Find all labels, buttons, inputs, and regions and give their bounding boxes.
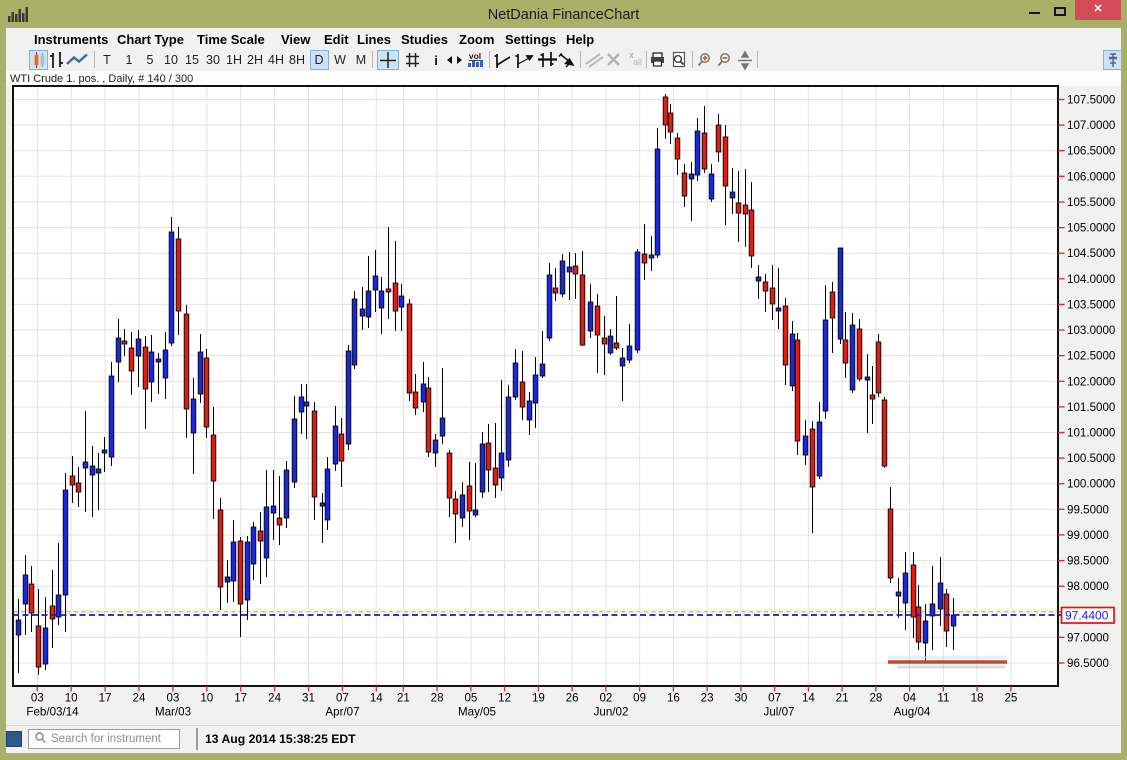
svg-text:98.5000: 98.5000 <box>1067 555 1109 568</box>
svg-text:11: 11 <box>937 692 949 705</box>
svg-text:10: 10 <box>200 692 213 705</box>
svg-text:Mar/03: Mar/03 <box>155 706 191 719</box>
svg-text:102.0000: 102.0000 <box>1067 375 1115 388</box>
svg-text:107.0000: 107.0000 <box>1067 119 1115 132</box>
svg-text:07: 07 <box>336 692 349 705</box>
svg-text:Jun/02: Jun/02 <box>594 706 629 719</box>
svg-text:04: 04 <box>903 692 916 705</box>
svg-text:21: 21 <box>397 692 410 705</box>
svg-text:Aug/04: Aug/04 <box>894 706 931 719</box>
svg-text:101.5000: 101.5000 <box>1067 401 1115 414</box>
svg-text:02: 02 <box>599 692 612 705</box>
svg-text:14: 14 <box>370 692 383 705</box>
svg-text:30: 30 <box>734 692 747 705</box>
svg-text:105.5000: 105.5000 <box>1067 196 1115 209</box>
svg-text:May/05: May/05 <box>458 706 496 719</box>
svg-text:97.4400: 97.4400 <box>1065 609 1109 623</box>
svg-text:07: 07 <box>768 692 781 705</box>
svg-text:26: 26 <box>566 692 579 705</box>
svg-text:28: 28 <box>869 692 882 705</box>
svg-text:103.0000: 103.0000 <box>1067 324 1115 337</box>
svg-text:96.5000: 96.5000 <box>1067 657 1109 670</box>
svg-text:28: 28 <box>431 692 444 705</box>
svg-text:Jul/07: Jul/07 <box>764 706 795 719</box>
svg-text:17: 17 <box>234 692 247 705</box>
svg-text:17: 17 <box>99 692 112 705</box>
svg-text:Feb/03/14: Feb/03/14 <box>26 706 79 719</box>
svg-text:103.5000: 103.5000 <box>1067 298 1115 311</box>
svg-text:100.5000: 100.5000 <box>1067 452 1115 465</box>
svg-text:21: 21 <box>836 692 849 705</box>
svg-text:24: 24 <box>268 692 281 705</box>
svg-text:25: 25 <box>1004 692 1017 705</box>
svg-text:100.0000: 100.0000 <box>1067 478 1115 491</box>
svg-text:99.5000: 99.5000 <box>1067 503 1109 516</box>
svg-text:05: 05 <box>464 692 477 705</box>
svg-text:14: 14 <box>802 692 815 705</box>
svg-text:106.0000: 106.0000 <box>1067 170 1115 183</box>
svg-text:03: 03 <box>166 692 179 705</box>
svg-text:107.5000: 107.5000 <box>1067 94 1115 107</box>
svg-text:10: 10 <box>65 692 78 705</box>
svg-text:105.0000: 105.0000 <box>1067 222 1115 235</box>
svg-text:Apr/07: Apr/07 <box>325 706 359 719</box>
svg-text:18: 18 <box>971 692 984 705</box>
svg-text:12: 12 <box>498 692 511 705</box>
svg-text:03: 03 <box>31 692 44 705</box>
svg-text:101.0000: 101.0000 <box>1067 427 1115 440</box>
svg-text:09: 09 <box>633 692 646 705</box>
svg-text:19: 19 <box>532 692 545 705</box>
svg-text:98.0000: 98.0000 <box>1067 580 1109 593</box>
svg-text:99.0000: 99.0000 <box>1067 529 1109 542</box>
svg-text:102.5000: 102.5000 <box>1067 350 1115 363</box>
svg-text:104.5000: 104.5000 <box>1067 247 1115 260</box>
svg-text:104.0000: 104.0000 <box>1067 273 1115 286</box>
svg-text:24: 24 <box>133 692 146 705</box>
svg-text:23: 23 <box>701 692 714 705</box>
svg-text:16: 16 <box>667 692 680 705</box>
svg-text:31: 31 <box>302 692 315 705</box>
svg-text:97.0000: 97.0000 <box>1067 631 1109 644</box>
svg-text:106.5000: 106.5000 <box>1067 145 1115 158</box>
